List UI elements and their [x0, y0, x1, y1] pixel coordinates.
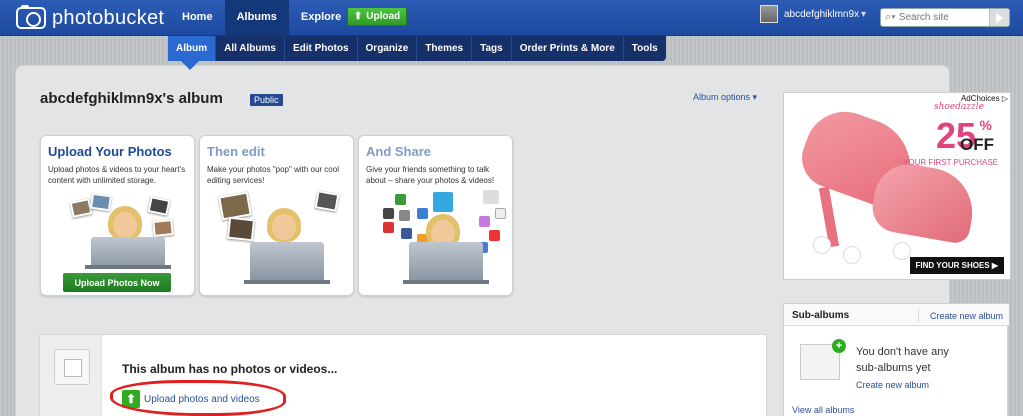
upload-illustration — [61, 192, 176, 269]
edit-illustration — [218, 186, 340, 286]
card-text: Upload photos & videos to your heart's c… — [48, 165, 186, 185]
empty-album-message: This album has no photos or videos... — [122, 362, 338, 376]
album-options-menu[interactable]: Album options ▾ — [693, 92, 757, 103]
empty-sidebar — [40, 335, 102, 416]
divider — [918, 308, 919, 322]
view-all-albums-link[interactable]: View all albums — [792, 405, 854, 415]
active-tab-pointer — [181, 61, 199, 70]
twitter-icon — [433, 192, 453, 212]
laptop-base — [244, 280, 330, 284]
ad-subtitle: YOUR FIRST PURCHASE — [903, 158, 998, 167]
subnav-tools[interactable]: Tools — [624, 36, 666, 61]
subalbums-panel: Sub-albums Create new album + You don't … — [783, 303, 1009, 416]
subnav-organize[interactable]: Organize — [358, 36, 418, 61]
person-head — [113, 212, 137, 238]
album-subnav: Album All Albums Edit Photos Organize Th… — [168, 36, 666, 61]
shoe-image — [793, 100, 980, 263]
email-icon — [383, 208, 394, 219]
share-icon — [383, 222, 394, 233]
red-annotation-circle — [110, 380, 286, 416]
facebook-icon — [401, 228, 412, 239]
subalbums-header: Sub-albums Create new album — [784, 304, 1009, 326]
share-icon — [495, 208, 506, 219]
subalbums-empty-text: You don't have any sub-albums yet — [856, 346, 949, 374]
subalbums-title: Sub-albums — [792, 310, 850, 321]
email-icon — [483, 190, 499, 204]
camera-icon — [16, 5, 46, 29]
avatar — [760, 5, 778, 23]
nav-home[interactable]: Home — [170, 0, 225, 36]
search-icon: ⌕▾ — [885, 11, 896, 23]
chevron-down-icon: ▾ — [861, 8, 867, 20]
laptop — [250, 242, 324, 280]
person-head — [272, 214, 296, 240]
upload-photos-now-button[interactable]: Upload Photos Now — [63, 273, 171, 292]
card-title: Upload Your Photos — [48, 144, 172, 159]
photo-thumb — [218, 191, 252, 221]
search-input[interactable] — [898, 12, 979, 23]
photo-thumb — [226, 216, 256, 242]
nav-albums[interactable]: Albums — [224, 0, 289, 36]
status-badge: Public — [250, 94, 283, 106]
user-menu[interactable]: abcdefghiklmn9x ▾ — [760, 5, 866, 23]
ad-off: OFF — [960, 135, 994, 154]
share-icon — [489, 230, 500, 241]
subnav-order-prints[interactable]: Order Prints & More — [512, 36, 624, 61]
card-text: Make your photos "pop" with our cool edi… — [207, 165, 339, 185]
ad-cta-button[interactable]: FIND YOUR SHOES ▶ — [909, 257, 1004, 274]
search-box: ⌕▾ — [880, 8, 1010, 27]
share-icon — [399, 210, 410, 221]
edit-promo-card: Then edit Make your photos "pop" with ou… — [199, 135, 354, 296]
ad-brand: shoedazzle — [934, 102, 984, 112]
share-icon — [395, 194, 406, 205]
flower-decoration — [894, 243, 910, 259]
share-illustration — [379, 186, 506, 286]
subnav-themes[interactable]: Themes — [417, 36, 473, 61]
flower-decoration — [844, 247, 860, 263]
create-album-link-secondary[interactable]: Create new album — [856, 380, 929, 390]
laptop-base — [85, 265, 171, 269]
arrow-right-icon — [996, 12, 1003, 23]
upload-promo-card: Upload Your Photos Upload photos & video… — [40, 135, 195, 296]
share-icon — [417, 208, 428, 219]
card-title: Then edit — [207, 144, 265, 159]
share-promo-card: And Share Give your friends something to… — [358, 135, 513, 296]
advertisement[interactable]: AdChoices ▷ shoedazzle 25 % OFF YOUR FIR… — [783, 92, 1011, 280]
nav-explore[interactable]: Explore — [289, 0, 353, 36]
brand-name: photobucket — [52, 6, 165, 29]
flower-decoration — [814, 237, 830, 253]
subnav-all-albums[interactable]: All Albums — [216, 36, 285, 61]
create-album-link[interactable]: Create new album — [930, 311, 1003, 321]
plus-icon[interactable]: + — [832, 339, 846, 353]
subnav-edit-photos[interactable]: Edit Photos — [285, 36, 358, 61]
card-text: Give your friends something to talk abou… — [366, 165, 495, 185]
laptop-base — [403, 280, 489, 284]
photo-thumb — [89, 192, 113, 212]
photo-thumb — [147, 196, 171, 216]
empty-album-icon — [54, 349, 90, 385]
photobucket-logo[interactable]: photobucket — [16, 5, 165, 30]
upload-button[interactable]: ⬆ Upload — [347, 7, 407, 26]
page-title: abcdefghiklmn9x's album — [40, 90, 223, 107]
photo-thumb — [152, 218, 174, 238]
laptop — [409, 242, 483, 280]
upload-arrow-icon: ⬆ — [353, 11, 363, 22]
photo-thumb — [314, 190, 340, 212]
top-bar: photobucket Home Albums Explore ⬆ Upload… — [0, 0, 1023, 36]
upload-button-label: Upload — [366, 11, 401, 22]
top-nav: Home Albums Explore — [170, 0, 353, 36]
subnav-album[interactable]: Album — [168, 36, 217, 61]
share-icon — [479, 216, 490, 227]
search-submit-button[interactable] — [989, 9, 1009, 26]
subnav-tags[interactable]: Tags — [472, 36, 512, 61]
username: abcdefghiklmn9x — [784, 8, 860, 20]
card-title: And Share — [366, 144, 432, 159]
ad-percent-symbol: % — [979, 117, 992, 133]
